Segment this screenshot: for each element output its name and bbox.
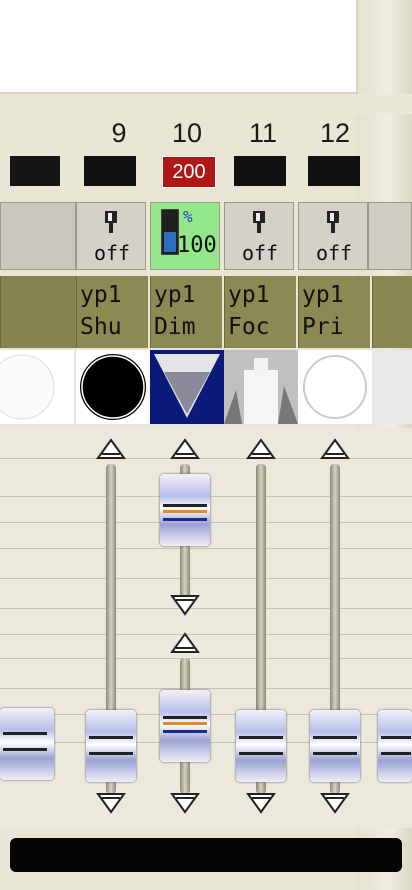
prev-channel-icon: [0, 350, 74, 424]
name-line1-11: yp1: [228, 282, 270, 308]
fader-knob-prev[interactable]: [0, 708, 54, 780]
channel-number-12: 12: [319, 118, 351, 148]
name-line1-10: yp1: [154, 282, 196, 308]
dimmer-icon: [150, 350, 224, 424]
channel-number-11: 11: [248, 118, 278, 148]
fader-knob-12[interactable]: [310, 710, 360, 782]
channel-number-10: 10: [171, 118, 203, 148]
switch-label-12: off: [315, 241, 353, 265]
name-line2-12: Pri: [302, 314, 344, 340]
name-line2-10: Dim: [154, 314, 196, 340]
toggle-switch-icon: [327, 211, 339, 233]
top-white-panel: [0, 0, 358, 94]
next-channel-icon: [372, 350, 412, 424]
name-cell-prev: [0, 276, 76, 348]
fader-knob-next[interactable]: [378, 710, 412, 782]
name-cell-11: yp1 Foc: [224, 276, 296, 348]
focus-icon: [224, 350, 298, 424]
fader-down-arrow-icon[interactable]: [170, 594, 200, 616]
fader-down-arrow-icon[interactable]: [320, 792, 350, 814]
fader-up-arrow-icon[interactable]: [170, 632, 200, 654]
value-box-11[interactable]: [234, 156, 286, 186]
fader-up-arrow-icon[interactable]: [246, 438, 276, 460]
value-box-9[interactable]: [84, 156, 136, 186]
fader-up-arrow-icon[interactable]: [96, 438, 126, 460]
toggle-switch-icon: [253, 211, 265, 233]
switch-cell-next: [368, 202, 412, 270]
switch-label-11: off: [241, 241, 279, 265]
fader-down-arrow-icon[interactable]: [96, 792, 126, 814]
fader-panel: [0, 428, 412, 828]
fader-knob-9[interactable]: [86, 710, 136, 782]
channel-number-9: 9: [111, 118, 127, 148]
prism-icon: [298, 350, 372, 424]
value-box-12[interactable]: [308, 156, 360, 186]
name-line2-9: Shu: [80, 314, 122, 340]
fader-knob-10-lower[interactable]: [160, 690, 210, 762]
fader-up-arrow-icon[interactable]: [320, 438, 350, 460]
shutter-icon: [76, 350, 150, 424]
switch-label-9: off: [93, 241, 131, 265]
fader-up-arrow-icon[interactable]: [170, 438, 200, 460]
switch-cell-prev: [0, 202, 76, 270]
fader-down-arrow-icon[interactable]: [246, 792, 276, 814]
percent-unit: %: [183, 207, 193, 226]
name-cell-10: yp1 Dim: [150, 276, 222, 348]
fader-knob-10-upper[interactable]: [160, 474, 210, 546]
switch-cell-11[interactable]: off: [224, 202, 294, 270]
value-box-prev: [10, 156, 60, 186]
name-line1-12: yp1: [302, 282, 344, 308]
header-strip: [0, 94, 412, 114]
fader-down-arrow-icon[interactable]: [170, 792, 200, 814]
fader-knob-11[interactable]: [236, 710, 286, 782]
name-line2-11: Foc: [228, 314, 270, 340]
bottom-status-bar: [10, 838, 402, 872]
switch-label-10: 100: [177, 233, 217, 258]
name-line1-9: yp1: [80, 282, 122, 308]
switch-cell-9[interactable]: off: [76, 202, 146, 270]
value-box-10[interactable]: 200: [162, 156, 216, 188]
name-cell-next: [372, 276, 412, 348]
name-cell-12: yp1 Pri: [298, 276, 370, 348]
switch-cell-12[interactable]: off: [298, 202, 368, 270]
name-cell-9: yp1 Shu: [76, 276, 148, 348]
switch-cell-10[interactable]: % 100: [150, 202, 220, 270]
toggle-switch-icon: [105, 211, 117, 233]
